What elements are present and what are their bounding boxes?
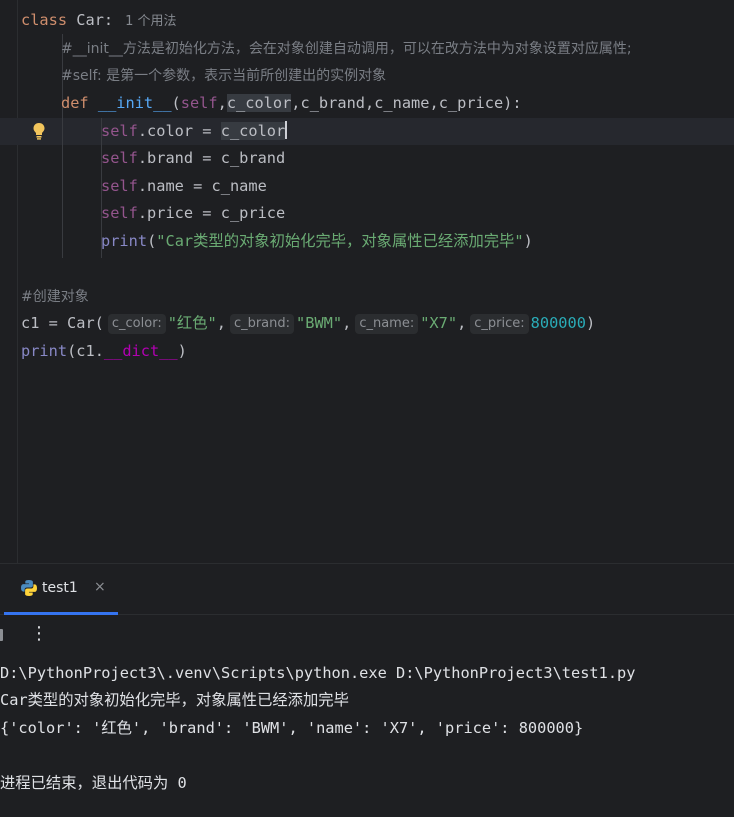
current-token: c_color: [220, 122, 286, 140]
param-hint: c_brand:: [229, 314, 295, 334]
attr-assign: .color =: [137, 122, 221, 140]
paren-close: ):: [503, 94, 522, 112]
code-editor[interactable]: class Car: 1 个用法 #__init__方法是初始化方法，会在对象创建…: [0, 0, 734, 563]
param-c-color: c_color: [226, 94, 292, 112]
close-icon[interactable]: ×: [94, 579, 106, 595]
code-line-3: #self: 是第一个参数，表示当前所创建出的实例对象: [61, 62, 386, 89]
more-options-icon[interactable]: ⋮: [30, 623, 48, 644]
paren-close: ): [177, 342, 187, 360]
tab-test1[interactable]: test1 ×: [4, 564, 118, 615]
param-hint: c_name:: [355, 314, 419, 334]
dunder-dict: __dict__: [103, 342, 178, 360]
arg-value: "BWM": [296, 314, 343, 332]
builtin-print: print: [21, 342, 68, 360]
comma: ,: [457, 314, 467, 332]
code-line-2: #__init__方法是初始化方法，会在对象创建自动调用，可以在改方法中为对象设…: [61, 35, 632, 62]
comma: ,: [364, 94, 375, 112]
builtin-print: print: [101, 232, 148, 250]
param-hint: c_color:: [107, 314, 166, 334]
self-keyword: self: [101, 122, 138, 140]
paren-close: ): [523, 232, 533, 250]
usage-hint[interactable]: 1 个用法: [125, 14, 176, 29]
output-line: Car类型的对象初始化完毕，对象属性已经添加完毕: [0, 691, 349, 709]
keyword-class: class: [21, 11, 68, 29]
output-line: {'color': '红色', 'brand': 'BWM', 'name': …: [0, 719, 584, 737]
param-c-brand: c_brand: [300, 94, 365, 112]
run-tab-bar: test1 ×: [0, 564, 734, 615]
python-icon: [21, 580, 37, 596]
comment-create: #创建对象: [21, 289, 89, 305]
self-param: self: [180, 94, 218, 112]
code-line-7: self.name = c_name: [101, 173, 267, 200]
comma: ,: [291, 94, 301, 112]
paren-close: ): [585, 314, 596, 332]
code-line-11: #创建对象: [21, 283, 89, 310]
code-line-5: self.color = c_color: [101, 118, 288, 145]
class-name: Car:: [76, 11, 114, 29]
comma: ,: [429, 94, 439, 112]
attr-assign: .name = c_name: [137, 177, 267, 195]
code-line-12: c1 = Car(c_color: "红色", c_brand: "BWM", c_na…: [21, 310, 595, 337]
stop-icon[interactable]: [0, 629, 3, 641]
attr-assign: .brand = c_brand: [137, 149, 286, 167]
comma: ,: [216, 314, 226, 332]
code-line-4: def __init__(self,c_color,c_brand,c_name…: [61, 90, 522, 117]
string-literal: "Car类型的对象初始化完毕，对象属性已经添加完毕": [156, 232, 524, 250]
param-c-price: c_price: [438, 94, 504, 112]
arg-value: 800000: [530, 314, 586, 332]
self-keyword: self: [101, 177, 138, 195]
arg-value: "X7": [420, 314, 458, 332]
arg-value: "红色": [167, 314, 217, 332]
text-caret: [285, 121, 288, 139]
param-hint: c_price:: [470, 314, 529, 334]
attr-assign: .price = c_price: [137, 204, 286, 222]
paren-open: (: [147, 232, 157, 250]
self-keyword: self: [101, 149, 138, 167]
gutter-divider: [17, 0, 18, 563]
code-line-13: print(c1.__dict__): [21, 338, 187, 365]
run-tool-window: test1 × ⋮ D:\PythonProject3\.venv\Script…: [0, 563, 734, 817]
comma: ,: [217, 94, 227, 112]
paren-open: (: [171, 94, 181, 112]
output-line: 进程已结束，退出代码为 0: [0, 774, 187, 792]
method-name: __init__: [97, 94, 172, 112]
assignment: c1 = Car(: [21, 314, 104, 332]
comment-self: #self: 是第一个参数，表示当前所创建出的实例对象: [61, 68, 387, 84]
code-line-8: self.price = c_price: [101, 200, 285, 227]
keyword-def: def: [61, 94, 89, 112]
tab-label: test1: [42, 580, 78, 596]
comma: ,: [342, 314, 352, 332]
output-line: D:\PythonProject3\.venv\Scripts\python.e…: [0, 664, 636, 682]
self-keyword: self: [101, 204, 138, 222]
comment-init: #__init__方法是初始化方法，会在对象创建自动调用，可以在改方法中为对象设…: [61, 41, 632, 57]
code-line-9: print("Car类型的对象初始化完毕，对象属性已经添加完毕"): [101, 228, 533, 255]
call-arg: (c1.: [67, 342, 104, 360]
code-line-6: self.brand = c_brand: [101, 145, 285, 172]
code-line-1: class Car: 1 个用法: [21, 7, 177, 34]
param-c-name: c_name: [374, 94, 430, 112]
run-toolbar: ⋮: [0, 615, 734, 657]
lightbulb-icon[interactable]: [32, 122, 46, 140]
